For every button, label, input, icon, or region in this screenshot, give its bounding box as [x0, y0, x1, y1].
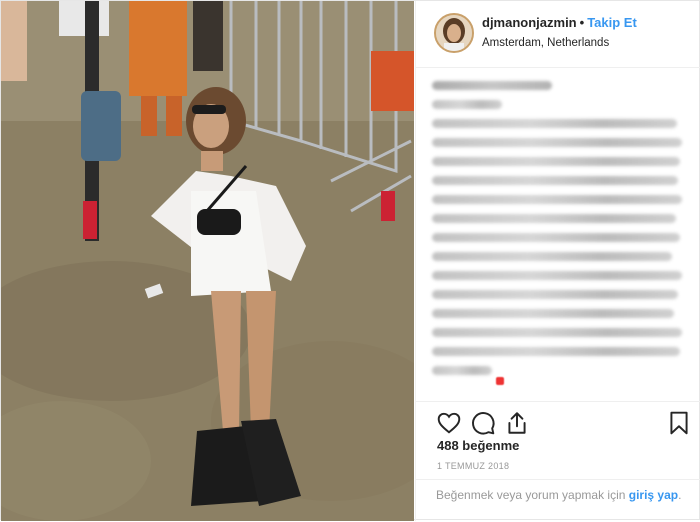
post-sidebar: djmanonjazmin • Takip Et Amsterdam, Nether… [415, 1, 700, 521]
login-prompt: Beğenmek veya yorum yapmak için giriş ya… [416, 479, 700, 522]
caption-line [432, 138, 682, 147]
caption-line [432, 271, 682, 280]
likes-count[interactable]: 488 beğenme [437, 438, 519, 453]
login-prompt-text: Beğenmek veya yorum yapmak için [436, 488, 629, 502]
caption-line [432, 252, 672, 261]
separator-dot: • [579, 15, 585, 30]
caption-line [432, 176, 678, 185]
comment-icon[interactable] [470, 410, 496, 436]
caption-line [432, 233, 680, 242]
post-header: djmanonjazmin • Takip Et Amsterdam, Nether… [416, 1, 700, 68]
post-date: 1 TEMMUZ 2018 [437, 461, 510, 471]
login-suffix: . [678, 488, 682, 502]
bookmark-icon[interactable] [666, 410, 692, 436]
caption-line [432, 157, 680, 166]
post-photo-illustration [1, 1, 414, 521]
follow-button[interactable]: Takip Et [587, 15, 637, 30]
instagram-post: djmanonjazmin • Takip Et Amsterdam, Nether… [0, 0, 700, 521]
caption-line [432, 100, 502, 109]
action-bar [416, 401, 700, 438]
caption-line [432, 290, 678, 299]
location-link[interactable]: Amsterdam, Netherlands [482, 37, 609, 49]
caption-line [432, 195, 682, 204]
share-icon[interactable] [504, 410, 530, 436]
caption-blurred [432, 81, 692, 390]
username-row: djmanonjazmin • Takip Et [482, 15, 637, 30]
heart-emoji-icon [496, 376, 504, 385]
caption-line [432, 214, 676, 223]
post-photo[interactable] [1, 1, 414, 521]
login-link[interactable]: giriş yap [629, 488, 678, 502]
heart-icon[interactable] [436, 410, 462, 436]
caption-line [432, 347, 680, 356]
avatar-image [436, 15, 472, 51]
caption-line [432, 81, 552, 90]
caption-line [432, 366, 492, 375]
caption-line [432, 309, 674, 318]
login-text: Beğenmek veya yorum yapmak için giriş ya… [436, 487, 686, 504]
avatar[interactable] [434, 13, 474, 53]
caption-line [432, 119, 677, 128]
username-link[interactable]: djmanonjazmin [482, 15, 577, 30]
caption-line [432, 328, 682, 337]
